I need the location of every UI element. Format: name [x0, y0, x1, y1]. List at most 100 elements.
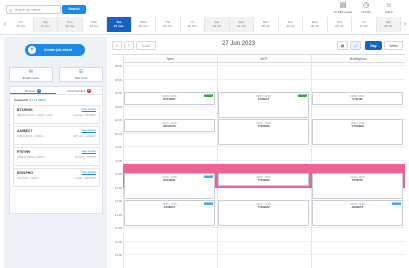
time-grid-line — [123, 65, 405, 66]
date-strip-day[interactable]: Tue 04 Jul — [279, 17, 303, 32]
job-list-item[interactable]: RD01PHO VW POLO · 1200CC View invoice Repai… — [13, 168, 100, 187]
take-and-go-label: Take & Go — [74, 76, 88, 80]
event-registration: YT23BVM — [257, 125, 270, 128]
time-slot-label: 15:00 — [115, 253, 122, 257]
view-invoice-link[interactable]: View invoice — [82, 150, 96, 153]
booking-event[interactable]: 12:00 - 13:00 BT12BOK Booked — [124, 173, 215, 199]
date-strip-day[interactable]: Tue 27 Jun — [107, 17, 132, 32]
time-slot-label: 10:30 — [115, 131, 122, 136]
plus-icon: + — [28, 46, 36, 54]
booking-event[interactable]: 10:00 - 11:00 YT16HEM — [312, 119, 403, 145]
booking-event[interactable]: 09:00 - 09:30 P70THR — [312, 92, 403, 105]
day-date: 16 Jun — [16, 24, 26, 28]
view-day-button[interactable]: Day — [365, 41, 382, 50]
date-strip-day[interactable]: Thu 06 Jul — [328, 17, 352, 32]
job-list-item[interactable]: AA56ECT FORD FIESTA · 1600CC View invoice M… — [13, 126, 100, 145]
email-invoice-label: Email invoice — [22, 76, 40, 80]
event-status-badge: Booked — [391, 202, 401, 205]
time-slot-label: 14:30 — [115, 239, 122, 244]
calendar-toolbar: ‹ › Today 27 Jun 2023 ▦ ⤢ Day Week — [112, 39, 405, 52]
view-week-button[interactable]: Week — [384, 41, 403, 50]
date-strip-day[interactable]: Mon 19 Jun — [83, 17, 107, 32]
time-slot-label: 13:00 — [115, 199, 122, 203]
pending-button[interactable]: ▤ No FBA results — [333, 2, 353, 14]
tab-unscheduled[interactable]: Unscheduled 2 — [56, 87, 102, 94]
date-strip-day[interactable]: Sat 01 Jul — [205, 17, 230, 32]
day-date: 06 Jul — [335, 24, 344, 28]
date-strip: Fri 16 Jun Sat 17 Jun Sun 18 Jun Mon 19 Jun Tue 2… — [9, 17, 401, 32]
fullscreen-button[interactable]: ⤢ — [350, 41, 361, 50]
resource-column-header: MOT — [217, 55, 311, 63]
view-invoice-link[interactable]: View invoice — [82, 171, 96, 174]
view-invoice-link[interactable]: View invoice — [82, 129, 96, 132]
history-button[interactable]: ◷ Unit list — [356, 2, 376, 14]
event-registration: AK66ECF — [351, 206, 364, 209]
time-slot-label: 10:00 — [115, 118, 122, 122]
job-list-item[interactable]: P70THR NISSAN MICRA · 1400CC View invoice S… — [13, 147, 100, 166]
day-date: 30 Jun — [187, 24, 197, 28]
today-button[interactable]: Today — [136, 41, 156, 50]
booking-event[interactable]: 13:00 - 14:00 YT23BVM — [218, 200, 309, 226]
date-strip-day[interactable]: Sat 17 Jun — [33, 17, 58, 32]
day-date: 08 Jul — [384, 24, 393, 28]
date-strip-day[interactable]: Fri 30 Jun — [181, 17, 205, 32]
calendar-picker-button[interactable]: ▦ — [337, 41, 348, 50]
booking-event[interactable]: 10:00 - 10:30 RD01PHO — [124, 119, 215, 132]
day-date: 28 Jun — [138, 24, 148, 28]
search-placeholder: Search job sheets — [15, 8, 41, 12]
booking-event[interactable]: 09:00 - 09:30 BT12BOK Booked — [124, 92, 215, 105]
job-list-item[interactable]: BT12BOK RENAULT CLIO · 1200CC | 2018 View … — [13, 105, 100, 124]
calendar-grid: Tyres MOT Mobility/bus 08:00 08:30 09:00 09:30… — [112, 54, 405, 268]
job-vehicle: FORD FIESTA · 1600CC — [17, 135, 44, 138]
search-input[interactable]: ⚲ Search job sheets — [6, 5, 61, 14]
date-strip-day[interactable]: Wed 05 Jul — [303, 17, 328, 32]
take-and-go-button[interactable]: ☰ Take & Go — [59, 67, 103, 82]
create-job-sheet-button[interactable]: + Create job sheet — [25, 44, 85, 56]
email-invoice-button[interactable]: ✉ Email invoice — [9, 67, 53, 82]
column-divider — [123, 55, 124, 268]
tab-booked-label: Booked — [24, 89, 36, 93]
issued-for-value[interactable]: ST 14 3BOK — [29, 98, 46, 102]
booking-event[interactable]: 12:00 - 12:30 YT23BVM — [218, 173, 309, 186]
booking-event[interactable]: 13:00 - 14:00 AA56ECT Booked — [124, 200, 215, 226]
day-date: 01 Jul — [212, 24, 221, 28]
calendar-icon: ▦ — [340, 44, 345, 48]
tab-unscheduled-count: 2 — [86, 89, 91, 94]
tab-unscheduled-label: Unscheduled — [67, 89, 85, 93]
issued-for-prefix: Issued for — [14, 98, 29, 102]
date-prev-icon[interactable]: ‹ — [1, 18, 9, 32]
time-slot-label: 09:30 — [115, 104, 122, 109]
calendar-prev-button[interactable]: ‹ — [112, 41, 122, 50]
tab-booked[interactable]: Booked 4 — [10, 87, 56, 94]
search-button[interactable]: Search — [62, 5, 86, 14]
account-button[interactable]: ☺ Admin — [379, 2, 399, 14]
event-status-badge: Booked — [297, 94, 307, 97]
booking-event[interactable]: 12:00 - 13:00 PT20FFF — [312, 173, 403, 199]
booking-event[interactable]: 09:00 - 10:00 AA56ECT Booked — [218, 92, 309, 118]
date-strip-day[interactable]: Sun 02 Jul — [229, 17, 254, 32]
date-strip-day[interactable]: Fri 07 Jul — [352, 17, 377, 32]
calendar-title: 27 Jun 2023 — [222, 41, 256, 47]
event-status-badge: Booked — [203, 175, 213, 178]
booking-event[interactable]: 13:00 - 14:00 AK66ECF Booked — [312, 200, 403, 226]
date-strip-day[interactable]: Thu 29 Jun — [156, 17, 181, 32]
column-divider — [217, 55, 218, 268]
booking-event[interactable]: 10:00 - 11:00 YT23BVM — [218, 119, 309, 145]
job-service: Repair · RD01PHO — [75, 177, 96, 180]
view-invoice-link[interactable]: View invoice — [82, 108, 96, 111]
job-vehicle: RENAULT CLIO · 1200CC | 2018 — [17, 114, 53, 117]
resource-column-header: Tyres — [123, 55, 217, 63]
day-date: 19 Jun — [89, 24, 99, 28]
left-panel: + Create job sheet ✉ Email invoice ☰ Tak… — [4, 37, 107, 268]
date-strip-day[interactable]: Wed 28 Jun — [132, 17, 156, 32]
date-strip-day[interactable]: Mon 03 Jul — [254, 17, 279, 32]
time-grid-line — [123, 227, 405, 228]
date-strip-day[interactable]: Sun 18 Jun — [58, 17, 83, 32]
date-strip-day[interactable]: Fri 16 Jun — [9, 17, 34, 32]
date-next-icon[interactable]: › — [401, 18, 409, 32]
calendar-next-button[interactable]: › — [124, 41, 134, 50]
time-slot-label: 11:00 — [115, 145, 122, 149]
date-strip-day[interactable]: Sat 08 Jul — [376, 17, 401, 32]
job-list-card: Booked 4 Unscheduled 2 Issued for ST 14 … — [9, 86, 103, 214]
day-date: 02 Jul — [237, 24, 246, 28]
